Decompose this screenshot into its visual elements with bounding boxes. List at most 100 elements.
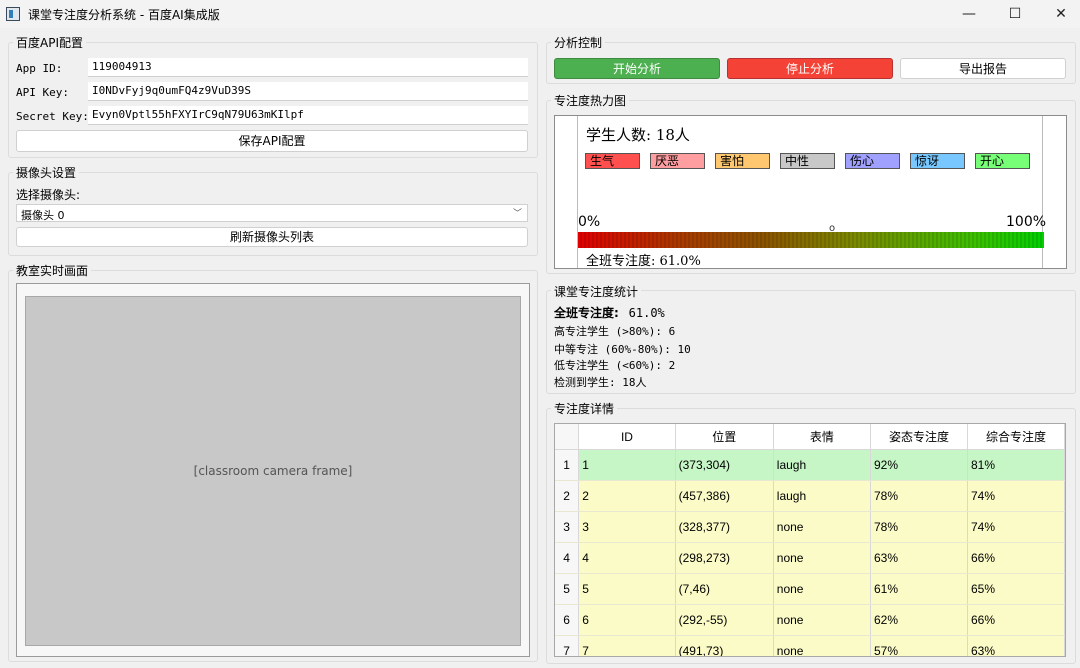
table-cell-pos[interactable]: (292,-55)	[675, 604, 774, 636]
table-cell-total[interactable]: 74%	[967, 480, 1065, 512]
secret-key-label: Secret Key:	[16, 110, 89, 123]
table-row[interactable]: 4 4 (298,273) none 63% 66%	[555, 542, 1065, 574]
column-header[interactable]: 位置	[675, 424, 774, 450]
heatmap-title: 专注度热力图	[551, 92, 630, 109]
table-row[interactable]: 2 2 (457,386) laugh 78% 74%	[555, 480, 1065, 512]
stop-analysis-button[interactable]: 停止分析	[727, 58, 893, 79]
table-cell-pose[interactable]: 57%	[870, 635, 968, 656]
table-cell-total[interactable]: 65%	[967, 573, 1065, 605]
table-row[interactable]: 6 6 (292,-55) none 62% 66%	[555, 604, 1065, 636]
row-number: 5	[555, 573, 580, 605]
table-cell-expr[interactable]: none	[773, 573, 871, 605]
table-cell-total[interactable]: 66%	[967, 542, 1065, 574]
table-row[interactable]: 3 3 (328,377) none 78% 74%	[555, 511, 1065, 543]
table-cell-id[interactable]: 2	[578, 480, 676, 512]
table-cell-pos[interactable]: (457,386)	[675, 480, 774, 512]
table-cell-pos[interactable]: (7,46)	[675, 573, 774, 605]
classroom-image: [classroom camera frame]	[25, 296, 521, 646]
student-count: 学生人数: 18人	[586, 126, 690, 144]
maximize-button[interactable]: ☐	[992, 0, 1038, 28]
table-cell-pos[interactable]: (298,273)	[675, 542, 774, 574]
detected-students-stat: 检测到学生: 18人	[554, 376, 647, 389]
emotion-legend-item: 伤心	[845, 153, 900, 169]
analysis-control-title: 分析控制	[551, 34, 606, 51]
camera-select-label: 选择摄像头:	[16, 188, 81, 202]
table-cell-id[interactable]: 5	[578, 573, 676, 605]
live-view-title: 教室实时画面	[13, 262, 92, 279]
start-analysis-button[interactable]: 开始分析	[554, 58, 720, 79]
chevron-down-icon: ﹀	[512, 209, 522, 219]
table-cell-pose[interactable]: 78%	[870, 480, 968, 512]
table-cell-total[interactable]: 66%	[967, 604, 1065, 636]
emotion-legend-item: 开心	[975, 153, 1030, 169]
camera-settings-title: 摄像头设置	[13, 164, 80, 181]
table-cell-pose[interactable]: 92%	[870, 449, 968, 481]
table-cell-id[interactable]: 3	[578, 511, 676, 543]
low-attention-stat: 低专注学生 (<60%): 2	[554, 359, 676, 372]
app-icon	[6, 7, 20, 21]
details-table: ID 位置 表情 姿态专注度 综合专注度 1 1 (373,304) laugh 92%…	[555, 424, 1065, 656]
table-cell-expr[interactable]: none	[773, 635, 871, 656]
table-row[interactable]: 5 5 (7,46) none 61% 65%	[555, 573, 1065, 605]
export-report-button[interactable]: 导出报告	[900, 58, 1066, 79]
overall-attention-label: 全班专注度:	[554, 306, 619, 320]
table-cell-pose[interactable]: 78%	[870, 511, 968, 543]
details-table-container: ID 位置 表情 姿态专注度 综合专注度 1 1 (373,304) laugh 92%…	[554, 423, 1066, 657]
table-cell-expr[interactable]: none	[773, 542, 871, 574]
camera-frame: [classroom camera frame]	[16, 283, 530, 657]
table-cell-pose[interactable]: 63%	[870, 542, 968, 574]
table-row[interactable]: 1 1 (373,304) laugh 92% 81%	[555, 449, 1065, 481]
camera-select-value: 摄像头 0	[21, 209, 65, 222]
save-api-button[interactable]: 保存API配置	[16, 130, 528, 152]
table-cell-pos[interactable]: (373,304)	[675, 449, 774, 481]
window-title: 课堂专注度分析系统 - 百度AI集成版	[28, 8, 220, 22]
table-cell-pose[interactable]: 61%	[870, 573, 968, 605]
high-attention-stat: 高专注学生 (>80%): 6	[554, 325, 676, 338]
refresh-camera-button[interactable]: 刷新摄像头列表	[16, 227, 528, 247]
api-key-input[interactable]: I0NDvFyj9q0umFQ4z9VuD39S	[88, 82, 528, 101]
column-header[interactable]: 综合专注度	[967, 424, 1065, 450]
classroom-image-placeholder: [classroom camera frame]	[193, 464, 353, 478]
table-cell-total[interactable]: 74%	[967, 511, 1065, 543]
scale-min-label: 0%	[578, 214, 601, 230]
table-cell-expr[interactable]: laugh	[773, 480, 871, 512]
table-cell-id[interactable]: 6	[578, 604, 676, 636]
column-header[interactable]: ID	[578, 424, 676, 450]
app-id-input[interactable]: 119004913	[88, 58, 528, 77]
scale-max-label: 100%	[1006, 214, 1047, 230]
column-header[interactable]: 姿态专注度	[870, 424, 968, 450]
table-cell-pose[interactable]: 62%	[870, 604, 968, 636]
emotion-legend-item: 害怕	[715, 153, 770, 169]
table-cell-id[interactable]: 4	[578, 542, 676, 574]
table-cell-expr[interactable]: laugh	[773, 449, 871, 481]
column-header[interactable]: 表情	[773, 424, 871, 450]
table-cell-pos[interactable]: (491,73)	[675, 635, 774, 656]
emotion-legend-item: 生气	[585, 153, 640, 169]
table-row[interactable]: 7 7 (491,73) none 57% 63%	[555, 635, 1065, 656]
emotion-legend-item: 厌恶	[650, 153, 705, 169]
close-button[interactable]: ✕	[1038, 0, 1080, 28]
table-cell-expr[interactable]: none	[773, 511, 871, 543]
corner-cell	[555, 424, 580, 450]
class-attention-label: 全班专注度: 61.0%	[586, 254, 701, 269]
table-cell-id[interactable]: 7	[578, 635, 676, 656]
row-number: 1	[555, 449, 580, 481]
table-cell-total[interactable]: 81%	[967, 449, 1065, 481]
table-cell-expr[interactable]: none	[773, 604, 871, 636]
table-cell-id[interactable]: 1	[578, 449, 676, 481]
row-number: 2	[555, 480, 580, 512]
table-cell-total[interactable]: 63%	[967, 635, 1065, 656]
app-id-label: App ID:	[16, 62, 63, 75]
medium-attention-stat: 中等专注 (60%-80%): 10	[554, 343, 691, 356]
camera-select[interactable]: 摄像头 0 ﹀	[16, 204, 528, 222]
emotion-legend: 生气 厌恶 害怕 中性 伤心 惊讶 开心	[585, 153, 1030, 171]
secret-key-input[interactable]: Evyn0Vptl55hFXYIrC9qN79U63mKIlpf	[88, 106, 528, 125]
row-number: 7	[555, 635, 580, 656]
details-title: 专注度详情	[551, 400, 618, 417]
row-number: 4	[555, 542, 580, 574]
table-cell-pos[interactable]: (328,377)	[675, 511, 774, 543]
stats-title: 课堂专注度统计	[551, 283, 642, 300]
row-number: 3	[555, 511, 580, 543]
minimize-button[interactable]: —	[946, 0, 992, 28]
overall-attention-value: 61.0%	[628, 306, 665, 320]
